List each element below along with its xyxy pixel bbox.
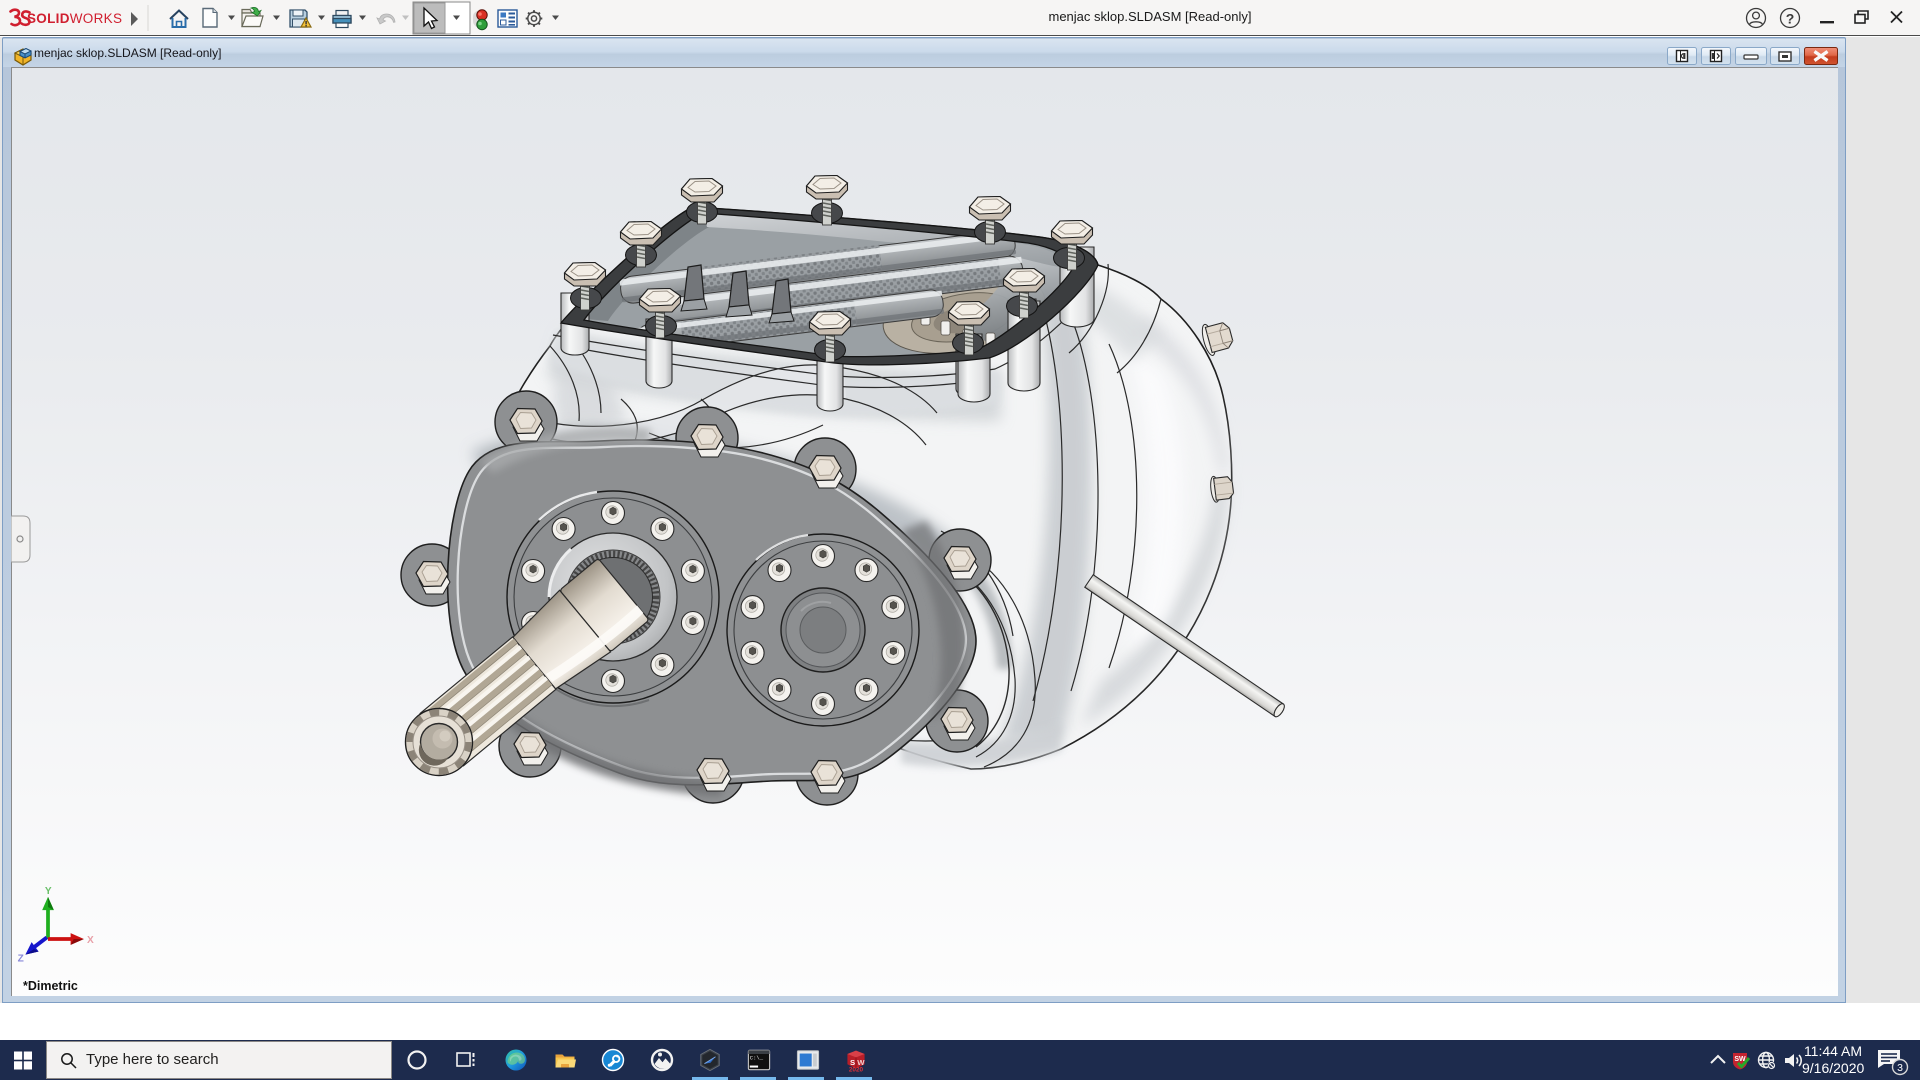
svg-text:?: ?: [1786, 11, 1795, 27]
svg-text:3: 3: [1897, 1062, 1903, 1074]
svg-text:2020: 2020: [849, 1067, 864, 1072]
svg-text:C:\_: C:\_: [750, 1055, 764, 1062]
svg-text:X: X: [87, 935, 94, 946]
svg-text:Z: Z: [18, 954, 24, 965]
svg-text:Y: Y: [45, 886, 52, 897]
